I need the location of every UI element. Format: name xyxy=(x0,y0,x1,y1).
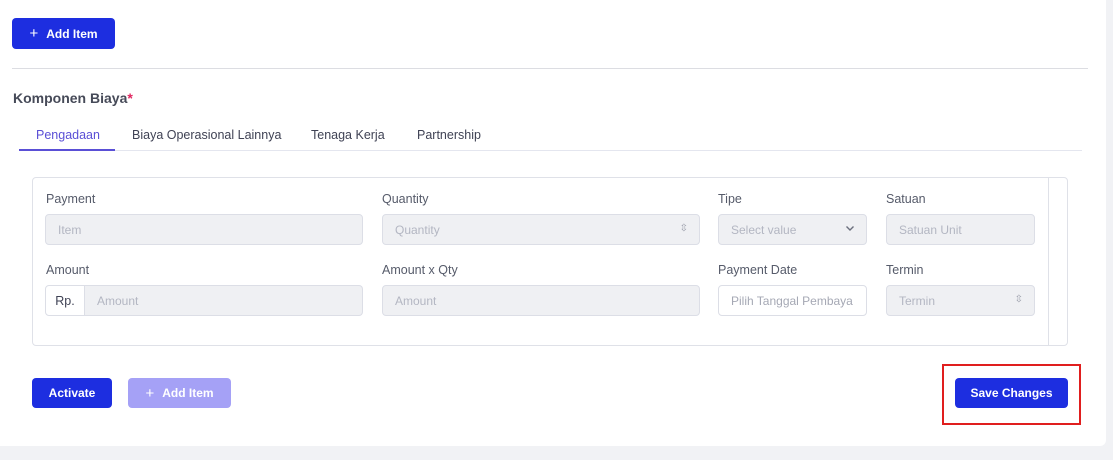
tab-tenaga-kerja[interactable]: Tenaga Kerja xyxy=(311,128,385,142)
chevron-down-icon xyxy=(845,223,855,236)
add-item-button-top[interactable]: + Add Item xyxy=(12,18,115,49)
form-card: + Add Item Komponen Biaya* Pengadaan Bia… xyxy=(0,0,1106,446)
termin-input[interactable]: Termin ⇳ xyxy=(886,285,1035,316)
satuan-placeholder: Satuan Unit xyxy=(899,222,962,237)
payment-date-input[interactable]: Pilih Tanggal Pembaya xyxy=(718,285,867,316)
payment-item-placeholder: Item xyxy=(58,222,82,237)
tipe-select[interactable]: Select value xyxy=(718,214,867,245)
add-item-label: Add Item xyxy=(162,386,214,400)
currency-prefix: Rp. xyxy=(45,285,85,316)
termin-label: Termin xyxy=(886,263,924,277)
plus-icon: + xyxy=(29,25,39,42)
amount-x-qty-input: Amount xyxy=(382,285,700,316)
active-tab-indicator xyxy=(19,149,115,151)
highlight-box xyxy=(942,364,1081,425)
stepper-icon[interactable]: ⇳ xyxy=(680,223,688,234)
section-divider xyxy=(12,68,1088,69)
payment-item-input[interactable]: Item xyxy=(45,214,363,245)
amount-input[interactable]: Amount xyxy=(85,285,363,316)
activate-button[interactable]: Activate xyxy=(32,378,112,408)
amount-x-qty-placeholder: Amount xyxy=(395,293,437,308)
amount-x-qty-label: Amount x Qty xyxy=(382,263,458,277)
quantity-label: Quantity xyxy=(382,192,429,206)
tab-pengadaan[interactable]: Pengadaan xyxy=(36,128,100,142)
plus-icon: + xyxy=(145,384,155,402)
tab-biaya-operasional-lainnya[interactable]: Biaya Operasional Lainnya xyxy=(132,128,281,142)
tipe-placeholder: Select value xyxy=(731,222,797,237)
quantity-input[interactable]: Quantity ⇳ xyxy=(382,214,700,245)
add-item-button-bottom[interactable]: + Add Item xyxy=(128,378,231,408)
satuan-input[interactable]: Satuan Unit xyxy=(886,214,1035,245)
tipe-label: Tipe xyxy=(718,192,742,206)
payment-date-placeholder: Pilih Tanggal Pembaya xyxy=(731,293,853,308)
satuan-label: Satuan xyxy=(886,192,926,206)
amount-placeholder: Amount xyxy=(97,293,139,308)
termin-placeholder: Termin xyxy=(899,293,936,308)
add-item-label: Add Item xyxy=(46,26,98,41)
required-marker: * xyxy=(127,90,133,106)
cost-item-form: Payment Quantity Tipe Satuan Item Quanti… xyxy=(32,177,1068,346)
payment-date-label: Payment Date xyxy=(718,263,798,277)
section-title-text: Komponen Biaya xyxy=(13,90,128,106)
stepper-icon[interactable]: ⇳ xyxy=(1015,294,1023,305)
quantity-placeholder: Quantity xyxy=(395,222,440,237)
payment-label: Payment xyxy=(46,192,96,206)
cost-component-tabs: Pengadaan Biaya Operasional Lainnya Tena… xyxy=(19,122,1082,151)
amount-label: Amount xyxy=(46,263,90,277)
scrollbar-track[interactable] xyxy=(1048,178,1049,345)
section-title: Komponen Biaya* xyxy=(13,90,133,106)
tab-partnership[interactable]: Partnership xyxy=(417,128,481,142)
